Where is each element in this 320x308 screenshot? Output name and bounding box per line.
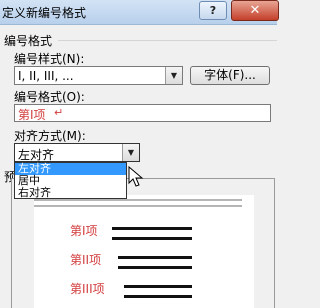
- close-icon: ✕: [249, 3, 261, 18]
- number-style-dropdown-button[interactable]: ▼: [165, 67, 182, 84]
- help-icon: ?: [209, 4, 217, 17]
- preview-placeholder-line: [34, 199, 242, 201]
- preview-text-line: [124, 295, 192, 298]
- chevron-down-icon: ▼: [127, 148, 135, 157]
- group-divider: [58, 40, 277, 41]
- window-title: 定义新编号格式: [2, 6, 87, 20]
- mouse-pointer-icon: [128, 166, 144, 187]
- number-format-value: 第I项: [18, 108, 46, 122]
- number-style-value: I, II, III, ...: [18, 69, 74, 83]
- alignment-label: 对齐方式(M):: [14, 129, 86, 143]
- number-format-input[interactable]: 第I项 ↵: [14, 104, 271, 122]
- chevron-down-icon: ▼: [170, 71, 178, 80]
- preview-text-line: [118, 266, 192, 269]
- preview-page: 第I项 第II项 第III项: [34, 195, 254, 308]
- preview-text-line: [112, 227, 192, 230]
- number-style-label: 编号样式(N):: [14, 52, 85, 66]
- preview-text-line: [118, 256, 192, 259]
- preview-text-line: [112, 237, 192, 240]
- title-bar: 定义新编号格式 ? ✕: [0, 0, 279, 25]
- alignment-dropdown-button[interactable]: ▼: [122, 144, 139, 161]
- alignment-dropdown-list: 左对齐 居中 右对齐: [14, 162, 127, 199]
- preview-item-label: 第III项: [70, 282, 105, 296]
- paragraph-mark-icon: ↵: [54, 106, 64, 119]
- font-button[interactable]: 字体(F)...: [190, 66, 270, 85]
- group-title: 编号格式: [4, 34, 53, 48]
- preview-text-line: [124, 285, 192, 288]
- preview-placeholder-line: [34, 205, 242, 207]
- close-button[interactable]: ✕: [231, 0, 279, 21]
- preview-item-label: 第II项: [70, 253, 102, 267]
- number-style-select[interactable]: I, II, III, ... ▼: [14, 66, 183, 85]
- alignment-option-right[interactable]: 右对齐: [15, 187, 126, 199]
- alignment-value: 左对齐: [18, 148, 55, 162]
- alignment-select[interactable]: 左对齐 ▼: [14, 143, 140, 162]
- number-format-label: 编号格式(O):: [14, 90, 85, 104]
- preview-item-label: 第I项: [70, 224, 98, 238]
- help-button[interactable]: ?: [199, 1, 227, 20]
